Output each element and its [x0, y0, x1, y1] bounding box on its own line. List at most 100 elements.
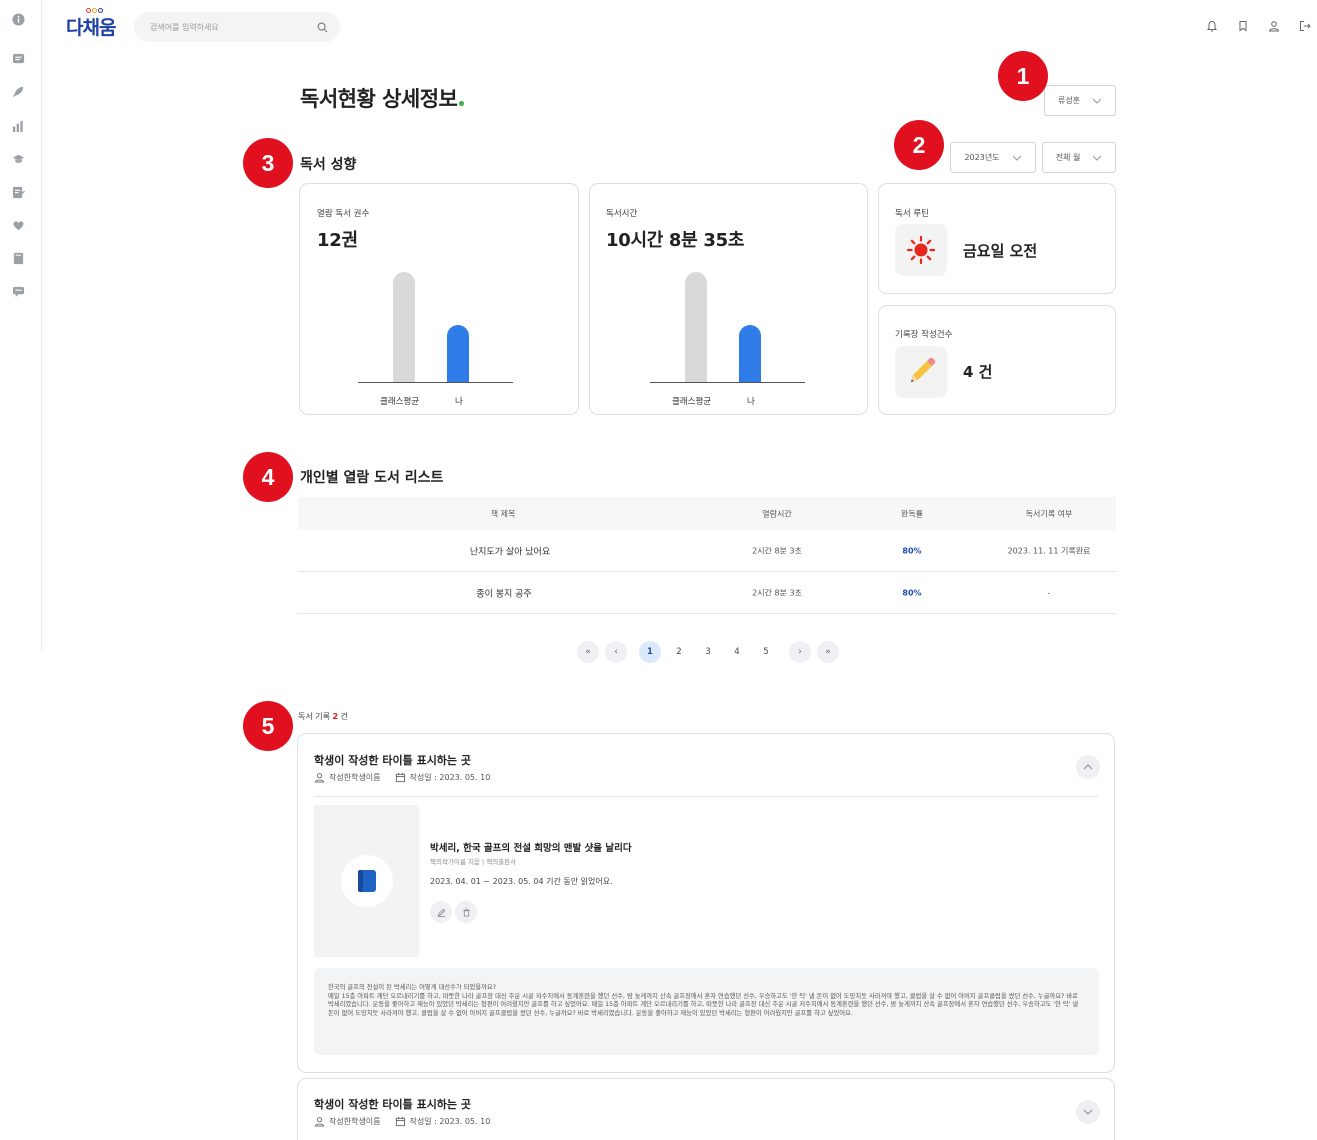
edit-button[interactable] [430, 901, 452, 923]
sun-icon [895, 224, 947, 276]
pencil-icon [895, 346, 947, 398]
trash-icon [462, 908, 470, 917]
record-count-card: 기록장 작성건수 4 건 [878, 305, 1116, 415]
reading-record-card: 학생이 작성한 타이틀 표시하는 곳 작성한학생이름 작성일 : 2023. 0… [297, 1078, 1115, 1140]
record-book-author-publisher: 책의작가이름 지음 | 책의출판사 [430, 858, 517, 866]
logo-text: 다채움 [66, 16, 116, 39]
books-read-label: 열람 독서 권수 [317, 209, 370, 219]
user-icon[interactable] [1268, 20, 1280, 32]
record-title: 학생이 작성한 타이틀 표시하는 곳 [314, 1098, 471, 1111]
record-book-title: 박세리, 한국 골프의 전설 희망의 맨발 샷을 날리다 [430, 843, 632, 854]
bookmark-icon[interactable] [1237, 20, 1249, 32]
reading-time-card: 독서시간 10시간 8분 35초 클래스평균 나 [589, 183, 868, 415]
record-count-value: 4 건 [963, 363, 993, 381]
rocket-icon[interactable] [11, 84, 25, 98]
heart-icon[interactable] [11, 218, 25, 232]
delete-button[interactable] [455, 901, 477, 923]
page-2[interactable]: 2 [668, 641, 690, 663]
column-header-rate: 완독률 [900, 509, 924, 518]
page-title: 독서현황 상세정보 [300, 83, 465, 113]
class-average-bar [393, 272, 415, 383]
row-record-status: - [1047, 588, 1051, 597]
class-average-caption: 클래스평균 [672, 397, 712, 407]
record-date: 작성일 : 2023. 05. 10 [409, 773, 491, 782]
page-4[interactable]: 4 [726, 641, 748, 663]
search-input[interactable] [150, 22, 317, 32]
message-icon[interactable] [11, 51, 25, 65]
chevron-up-icon [1083, 764, 1093, 770]
collapse-button[interactable] [1076, 755, 1100, 779]
annotation-badge-3: 3 [243, 138, 293, 188]
month-select-value: 전체 월 [1055, 153, 1081, 162]
page-5[interactable]: 5 [755, 641, 777, 663]
book-cover-circle [340, 855, 393, 907]
book-cover [314, 805, 419, 957]
book-icon[interactable] [11, 251, 25, 265]
chevron-down-icon [1083, 1109, 1093, 1115]
left-icon-rail [0, 0, 42, 652]
reading-routine-label: 독서 루틴 [895, 209, 929, 219]
reading-routine-card: 독서 루틴 금요일 오전 [878, 183, 1116, 294]
chart-baseline [358, 382, 513, 383]
chevron-down-icon [1092, 98, 1102, 104]
class-average-bar [685, 272, 707, 383]
calendar-icon [395, 772, 405, 783]
search-icon[interactable] [317, 22, 328, 33]
search-bar [134, 12, 340, 42]
annotation-badge-1: 1 [998, 51, 1048, 101]
page-1[interactable]: 1 [639, 641, 661, 663]
record-meta: 작성한학생이름 작성일 : 2023. 05. 10 [314, 1116, 490, 1127]
book-icon [357, 870, 376, 892]
row-completion-rate: 80% [902, 588, 922, 597]
chart-baseline [650, 382, 805, 383]
year-select[interactable]: 2023년도 [950, 142, 1036, 173]
graduation-cap-icon[interactable] [11, 151, 25, 165]
page-3[interactable]: 3 [697, 641, 719, 663]
month-select[interactable]: 전체 월 [1042, 142, 1116, 173]
bell-icon[interactable] [1206, 20, 1218, 32]
last-page-icon[interactable]: » [817, 641, 839, 663]
chevron-down-icon [1092, 155, 1102, 161]
record-count-label: 기록장 작성건수 [895, 330, 953, 340]
books-read-value: 12권 [317, 230, 358, 251]
chart-icon[interactable] [11, 119, 25, 133]
year-select-value: 2023년도 [964, 153, 1000, 162]
user-icon [314, 1117, 325, 1127]
chevron-down-icon [1012, 155, 1021, 161]
next-page-icon[interactable]: › [789, 641, 811, 663]
student-select[interactable]: 류성훈 [1044, 85, 1116, 116]
row-completion-rate: 80% [902, 546, 922, 555]
prev-page-icon[interactable]: ‹ [605, 641, 627, 663]
pencil-icon [437, 908, 445, 917]
book-list-section-title: 개인별 열람 도서 리스트 [300, 470, 444, 486]
info-icon[interactable] [11, 12, 25, 26]
record-review-text: 한국의 골프의 전설이 된 박세리는 어떻게 대선수가 되었을까요? 매일 15… [314, 968, 1099, 1055]
record-reading-period: 2023. 04. 01 ~ 2023. 05. 04 기간 동안 읽었어요. [430, 877, 613, 886]
table-row[interactable]: 종이 봉지 공주 2시간 8분 3초 80% - [298, 572, 1116, 614]
class-average-caption: 클래스평균 [380, 397, 420, 407]
table-row[interactable]: 난지도가 살아 났어요 2시간 8분 3초 80% 2023. 11. 11 기… [298, 530, 1116, 572]
record-date: 작성일 : 2023. 05. 10 [409, 1117, 491, 1126]
annotation-badge-4: 4 [243, 452, 293, 502]
me-caption: 나 [455, 397, 463, 407]
row-record-status: 2023. 11. 11 기록완료 [1007, 546, 1091, 555]
logout-icon[interactable] [1299, 20, 1311, 32]
row-book-title: 종이 봉지 공주 [476, 589, 532, 599]
row-book-title: 난지도가 살아 났어요 [469, 547, 551, 557]
edit-note-icon[interactable] [11, 185, 25, 199]
my-bar [447, 325, 469, 383]
student-select-value: 류성훈 [1057, 96, 1081, 105]
row-read-time: 2시간 8분 3초 [752, 546, 802, 555]
expand-button[interactable] [1076, 1100, 1100, 1124]
column-header-record: 독서기록 여부 [1025, 509, 1073, 518]
column-header-time: 열람시간 [762, 509, 792, 518]
logo[interactable]: 다채움 [66, 8, 116, 39]
me-caption: 나 [747, 397, 755, 407]
top-right-icons [1206, 20, 1311, 32]
comment-icon[interactable] [11, 284, 25, 298]
first-page-icon[interactable]: « [577, 641, 599, 663]
my-bar [739, 325, 761, 383]
reading-routine-value: 금요일 오전 [963, 242, 1038, 260]
annotation-badge-5: 5 [243, 701, 293, 751]
calendar-icon [395, 1116, 405, 1127]
